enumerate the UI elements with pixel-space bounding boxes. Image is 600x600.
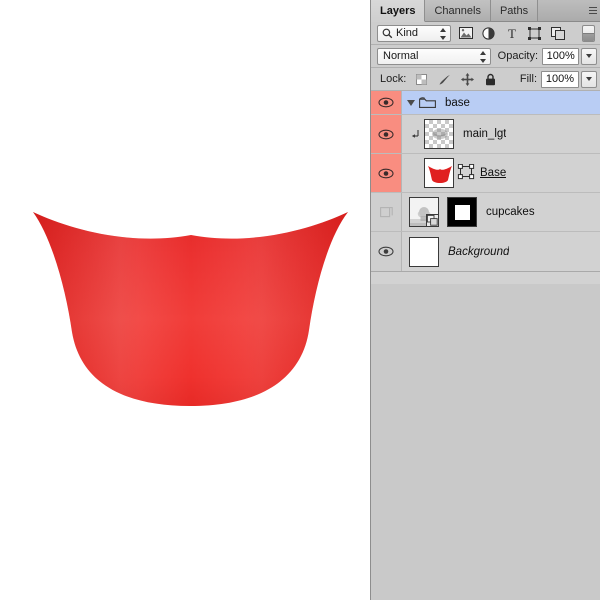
opacity-label: Opacity:: [498, 50, 538, 62]
layer-row-main-lgt[interactable]: main_lgt: [371, 115, 600, 154]
fill-label: Fill:: [520, 73, 537, 85]
blend-mode-select[interactable]: Normal: [377, 48, 491, 65]
layer-name-background: Background: [448, 246, 509, 258]
layer-row-body[interactable]: main_lgt: [402, 115, 600, 153]
layer-name-main-lgt: main_lgt: [463, 128, 506, 140]
type-layer-filter-icon[interactable]: T: [504, 26, 519, 41]
layer-row-body[interactable]: Background: [402, 232, 600, 271]
panel-empty-area: [371, 284, 600, 600]
photoshop-window: Layers Channels Paths Kind: [0, 0, 600, 600]
layer-name-cupcakes: cupcakes: [486, 206, 535, 218]
blend-mode-value: Normal: [383, 50, 418, 62]
eye-icon: [378, 97, 394, 108]
filter-type-icons: T: [458, 26, 565, 41]
layer-row-body[interactable]: Base: [402, 154, 600, 192]
lock-position-icon[interactable]: [460, 72, 474, 86]
lock-label: Lock:: [380, 73, 406, 85]
layer-row-base-group[interactable]: base: [371, 91, 600, 115]
eye-icon: [378, 246, 394, 257]
mask-white-square: [455, 205, 470, 220]
smart-object-badge-icon: [426, 214, 439, 227]
chevron-down-icon: [586, 54, 592, 58]
fill-input[interactable]: 100%: [541, 71, 579, 88]
layer-filter-row: Kind: [371, 22, 600, 45]
shape-layer-filter-icon[interactable]: [527, 26, 542, 41]
magnifier-icon: [382, 28, 393, 39]
filter-kind-stepper[interactable]: [440, 28, 447, 40]
layer-row-cupcakes[interactable]: cupcakes: [371, 193, 600, 232]
layer-thumbnail-main-lgt[interactable]: [424, 119, 454, 149]
clipping-mask-indicator: [407, 129, 424, 140]
layer-thumbnail-base-shape[interactable]: [424, 158, 454, 188]
tab-layers[interactable]: Layers: [371, 0, 425, 22]
visibility-toggle-main-lgt[interactable]: [371, 115, 402, 153]
vector-mask-thumbnail-base-shape[interactable]: [457, 158, 475, 188]
tab-channels[interactable]: Channels: [425, 0, 490, 21]
filter-kind-select[interactable]: Kind: [377, 25, 451, 42]
layer-list: base: [371, 91, 600, 272]
shape-left-shade: [30, 208, 140, 410]
tab-strip-filler: [538, 0, 586, 21]
visibility-toggle-cupcakes[interactable]: [371, 193, 402, 231]
opacity-input[interactable]: 100%: [542, 48, 579, 65]
layer-row-body[interactable]: cupcakes: [402, 193, 600, 231]
eye-icon: [378, 168, 394, 179]
chevron-down-icon: [586, 77, 592, 81]
clipping-mask-arrow-icon: [411, 129, 421, 140]
filter-kind-label: Kind: [396, 27, 418, 39]
visibility-toggle-background[interactable]: [371, 232, 402, 271]
cupcake-base-shape: [0, 0, 370, 600]
layer-row-body[interactable]: base: [402, 91, 600, 114]
visibility-toggle-base-group[interactable]: [371, 91, 402, 114]
adjustment-layer-filter-icon[interactable]: [481, 26, 496, 41]
document-canvas[interactable]: [0, 0, 370, 600]
eye-icon: [378, 129, 394, 140]
blend-mode-row: Normal Opacity: 100%: [371, 45, 600, 68]
layers-panel: Layers Channels Paths Kind: [370, 0, 600, 600]
pixel-layer-filter-icon[interactable]: [458, 26, 473, 41]
layer-name-base-group: base: [445, 97, 470, 109]
group-disclosure-triangle-icon[interactable]: [407, 100, 415, 106]
lock-image-pixels-icon[interactable]: [437, 72, 451, 86]
fill-dropdown-button[interactable]: [581, 71, 597, 88]
panel-menu-button[interactable]: [586, 0, 600, 21]
smart-object-filter-icon[interactable]: [550, 26, 565, 41]
lock-row: Lock:: [371, 68, 600, 91]
svg-text:T: T: [508, 27, 516, 40]
layer-name-base-shape: Base: [480, 167, 506, 179]
tab-paths[interactable]: Paths: [491, 0, 538, 21]
hamburger-icon: [589, 7, 597, 14]
lock-icons: [414, 72, 497, 86]
opacity-dropdown-button[interactable]: [581, 48, 597, 65]
layer-thumbnail-cupcakes[interactable]: [409, 197, 439, 227]
filter-enable-toggle[interactable]: [582, 25, 595, 42]
lock-all-icon[interactable]: [483, 72, 497, 86]
visibility-toggle-base-shape[interactable]: [371, 154, 402, 192]
lock-transparent-pixels-icon[interactable]: [414, 72, 428, 86]
panel-tab-strip: Layers Channels Paths: [371, 0, 600, 22]
shape-right-shade: [245, 208, 355, 410]
layer-thumbnail-background[interactable]: [409, 237, 439, 267]
layer-row-background[interactable]: Background: [371, 232, 600, 271]
layer-mask-thumbnail-cupcakes[interactable]: [447, 197, 477, 227]
eye-off-icon: [380, 206, 393, 218]
folder-icon: [419, 96, 436, 109]
layer-row-base-shape[interactable]: Base: [371, 154, 600, 193]
blend-mode-stepper[interactable]: [480, 51, 487, 63]
